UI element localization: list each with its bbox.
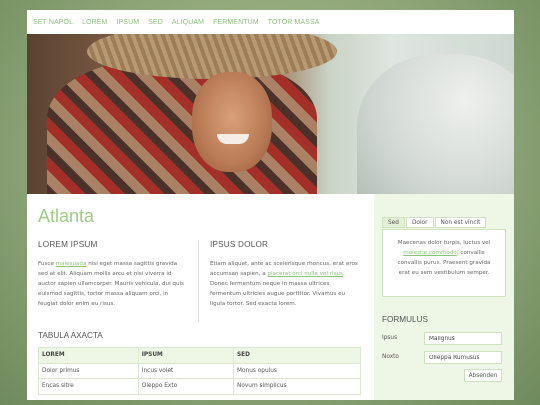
submit-button[interactable]: Absenden <box>464 369 502 382</box>
hero-smile <box>217 134 249 144</box>
hero-scarf <box>47 59 317 194</box>
column-heading: LOREM IPSUM <box>38 240 98 249</box>
table-cell: Incus volet <box>137 362 234 379</box>
column-lorem-ipsum: LOREM IPSUM Fusce malesuada nisi eget ma… <box>38 240 188 309</box>
nav-item-aliquam[interactable]: ALIQUAM <box>172 19 204 26</box>
data-table: LOREM IPSUM SED Dolor primus Incus volet… <box>38 347 362 395</box>
table-header-cell: IPSUM <box>137 347 234 364</box>
tab-non-est-vincit[interactable]: Non est vincit <box>434 217 487 228</box>
table-header-row: LOREM IPSUM SED <box>38 347 362 364</box>
tab-panel: Maecenas dolor turpis, luctus vel molest… <box>382 229 506 297</box>
site-title: Atlanta <box>38 206 95 226</box>
ipsus-field[interactable] <box>424 332 502 345</box>
field-label: Noxto <box>382 354 399 360</box>
page: SET NAPOL LOREM IPSUM SED ALIQUAM FERMEN… <box>27 10 514 400</box>
tab-sed[interactable]: Sed <box>382 217 405 228</box>
tab-panel-text: Maecenas dolor turpis, luctus vel <box>397 240 491 246</box>
table-cell: Novum simplicus <box>232 378 362 395</box>
table-row: Encas sitre Oleppo Exto Novum simplicus <box>38 378 362 395</box>
field-label: Ipsus <box>382 335 398 341</box>
table-header-cell: SED <box>232 347 362 364</box>
table-header-cell: LOREM <box>38 347 139 364</box>
main-content: Atlanta LOREM IPSUM Fusce malesuada nisi… <box>27 194 374 400</box>
tab-dolor[interactable]: Dolor <box>405 217 434 228</box>
form-title: FORMULUS <box>382 315 428 324</box>
nav-item-set-napol[interactable]: SET NAPOL <box>33 19 73 26</box>
column-text: Etiam aliquet, ante ac scelerisque rhonc… <box>210 261 358 307</box>
table-cell: Dolor primus <box>38 362 139 379</box>
nav-item-sed[interactable]: SED <box>148 19 163 26</box>
top-nav: SET NAPOL LOREM IPSUM SED ALIQUAM FERMEN… <box>27 10 514 34</box>
column-ipsus-dolor: IPSUS DOLOR Etiam aliquet, ante ac scele… <box>210 240 360 309</box>
nav-item-totor-massa[interactable]: TOTOR MASSA <box>268 19 320 26</box>
table-cell: Encas sitre <box>38 378 139 395</box>
nav-item-ipsum[interactable]: IPSUM <box>116 19 139 26</box>
hero-image <box>27 34 514 194</box>
column-heading: IPSUS DOLOR <box>210 240 269 249</box>
table-title: TABULA AXACTA <box>38 331 103 340</box>
column-text: Fusce malesuada nisi eget massa sagittis… <box>38 261 184 307</box>
sidebar-tabs: Sed Dolor Non est vincit <box>382 217 487 228</box>
column-divider <box>198 240 199 322</box>
tab-panel-link[interactable]: molestie commodo <box>403 250 457 256</box>
hero-background-person <box>357 54 514 194</box>
table-cell: Oleppo Exto <box>137 378 234 395</box>
hero-face <box>192 72 272 172</box>
table-row: Dolor primus Incus volet Monus opulus <box>38 362 362 379</box>
noxto-field[interactable] <box>424 351 502 364</box>
sidebar: Sed Dolor Non est vincit Maecenas dolor … <box>374 194 514 400</box>
inline-link[interactable]: placerat orci nulla vel risus <box>267 271 342 277</box>
nav-item-fermentum[interactable]: FERMENTUM <box>213 19 259 26</box>
nav-item-lorem[interactable]: LOREM <box>82 19 107 26</box>
table-cell: Monus opulus <box>232 362 362 379</box>
inline-link[interactable]: malesuada <box>56 261 87 267</box>
